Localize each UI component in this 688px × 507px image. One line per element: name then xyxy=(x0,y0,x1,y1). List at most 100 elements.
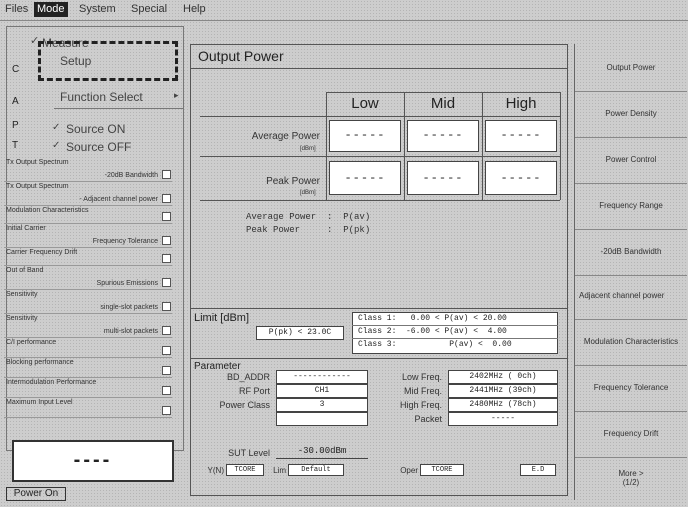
test-sublabel: -20dB Bandwidth xyxy=(104,172,158,179)
btn-more-page: (1/2) xyxy=(622,478,640,487)
function-button-panel: Output Power Power Density Power Control… xyxy=(574,44,688,500)
menu-item-source-off[interactable]: Source OFF xyxy=(66,140,131,154)
test-checkbox[interactable] xyxy=(162,346,171,355)
test-checkbox[interactable] xyxy=(162,236,171,245)
test-item-spurious-emissions[interactable]: Out of Band Spurious Emissions xyxy=(4,265,172,290)
value-cell: ----- xyxy=(329,161,401,195)
bottom-value-extra[interactable]: E.D xyxy=(520,464,556,476)
param-label-low-freq: Low Freq. xyxy=(401,372,442,382)
test-label: Maximum Input Level xyxy=(6,399,73,406)
param-label-rf-port: RF Port xyxy=(238,386,270,396)
table-line xyxy=(200,200,560,201)
test-checkbox[interactable] xyxy=(162,170,171,179)
result-value: ---- xyxy=(73,449,113,471)
test-checkbox[interactable] xyxy=(162,326,171,335)
btn-output-power[interactable]: Output Power xyxy=(575,44,687,92)
test-checkbox[interactable] xyxy=(162,406,171,415)
param-value-packet[interactable]: ----- xyxy=(448,412,558,426)
value-cell: ----- xyxy=(407,161,479,195)
btn-power-density[interactable]: Power Density xyxy=(575,90,687,138)
side-label-t: T xyxy=(12,140,19,151)
test-item-frequency-tolerance[interactable]: Initial Carrier Frequency Tolerance xyxy=(4,223,172,248)
test-checkbox[interactable] xyxy=(162,366,171,375)
test-checkbox[interactable] xyxy=(162,254,171,263)
test-item-adjacent-channel-power[interactable]: Tx Output Spectrum - Adjacent channel po… xyxy=(4,181,172,206)
param-value-low-freq[interactable]: 2402MHz ( 0ch) xyxy=(448,370,558,384)
table-line xyxy=(404,92,405,200)
table-line xyxy=(326,92,560,93)
btn-power-control[interactable]: Power Control xyxy=(575,136,687,184)
param-value-bd-addr[interactable]: ------------ xyxy=(276,370,368,384)
limit-class-line xyxy=(352,325,558,326)
btn-frequency-drift[interactable]: Frequency Drift xyxy=(575,410,687,458)
menu-special[interactable]: Special xyxy=(128,2,170,17)
value-cell: ----- xyxy=(485,161,557,195)
btn-frequency-tolerance[interactable]: Frequency Tolerance xyxy=(575,364,687,412)
section-divider xyxy=(190,358,568,359)
test-label: Modulation Characteristics xyxy=(6,207,89,214)
menu-item-function-select[interactable]: Function Select xyxy=(60,90,143,104)
row-unit: [dBm] xyxy=(300,190,316,196)
bottom-label-lim: Lim xyxy=(273,466,286,475)
col-high: High xyxy=(505,95,537,112)
test-item-intermodulation[interactable]: Intermodulation Performance xyxy=(4,377,172,398)
value-cell: ----- xyxy=(329,120,401,152)
param-value-sut-level[interactable]: -30.00dBm xyxy=(276,445,368,459)
test-item-blocking[interactable]: Blocking performance xyxy=(4,357,172,378)
test-item-sensitivity-multi[interactable]: Sensitivity multi-slot packets xyxy=(4,313,172,338)
row-label-average-power: Average Power xyxy=(251,131,320,142)
bottom-label-yn: Y(N) xyxy=(207,466,224,475)
test-item-ci-performance[interactable]: C/I performance xyxy=(4,337,172,358)
param-value-rf-port[interactable]: CH1 xyxy=(276,384,368,398)
btn-frequency-range[interactable]: Frequency Range xyxy=(575,182,687,230)
test-item-sensitivity-single[interactable]: Sensitivity single-slot packets xyxy=(4,289,172,314)
btn-more[interactable]: More > (1/2) xyxy=(575,456,687,500)
test-item-20db-bandwidth[interactable]: Tx Output Spectrum -20dB Bandwidth xyxy=(4,157,172,182)
test-sublabel: multi-slot packets xyxy=(103,328,158,335)
check-icon: ✓ xyxy=(52,122,61,133)
check-icon: ✓ xyxy=(52,140,61,151)
test-checkbox[interactable] xyxy=(162,302,171,311)
menu-files[interactable]: Files xyxy=(2,2,31,17)
test-item-frequency-drift[interactable]: Carrier Frequency Drift xyxy=(4,247,172,266)
row-label-peak-power: Peak Power xyxy=(266,176,320,187)
test-label: Out of Band xyxy=(6,267,44,274)
row-unit: [dBm] xyxy=(300,146,316,152)
bottom-value-lim[interactable]: Default xyxy=(288,464,344,476)
menu-mode[interactable]: Mode xyxy=(34,2,68,17)
test-checkbox[interactable] xyxy=(162,194,171,203)
test-checkbox[interactable] xyxy=(162,212,171,221)
btn-modulation-characteristics[interactable]: Modulation Characteristics xyxy=(575,318,687,366)
test-item-modulation[interactable]: Modulation Characteristics xyxy=(4,205,172,224)
menu-item-source-on[interactable]: Source ON xyxy=(66,122,125,136)
page-title: Output Power xyxy=(198,48,284,64)
limit-title: Limit [dBm] xyxy=(194,312,250,324)
test-checkbox[interactable] xyxy=(162,278,171,287)
power-on-status[interactable]: Power On xyxy=(6,487,66,501)
test-sublabel: single-slot packets xyxy=(100,304,158,311)
param-value-mid-freq[interactable]: 2441MHz (39ch) xyxy=(448,384,558,398)
limit-peak-rule: P(pk) < 23.0C xyxy=(256,326,344,340)
param-value-blank[interactable] xyxy=(276,412,368,426)
btn-more-label: More > xyxy=(618,469,644,478)
test-label: Initial Carrier xyxy=(6,225,46,232)
param-value-high-freq[interactable]: 2480MHz (78ch) xyxy=(448,398,558,412)
menu-system[interactable]: System xyxy=(76,2,119,17)
btn-20db-bandwidth[interactable]: -20dB Bandwidth xyxy=(575,228,687,276)
bottom-value-oper[interactable]: TCORE xyxy=(420,464,464,476)
param-label-power-class: Power Class xyxy=(219,400,270,410)
menu-help[interactable]: Help xyxy=(180,2,209,17)
submenu-arrow-icon: ▸ xyxy=(174,90,179,100)
param-label-sut-level: SUT Level xyxy=(228,448,270,458)
value-cell: ----- xyxy=(485,120,557,152)
parameter-title: Parameter xyxy=(194,361,241,372)
test-checkbox[interactable] xyxy=(162,386,171,395)
section-divider xyxy=(190,308,568,309)
formula-peak: Peak Power : P(pk) xyxy=(246,225,371,235)
param-value-power-class[interactable]: 3 xyxy=(276,398,368,412)
bottom-value-yn[interactable]: TCORE xyxy=(226,464,264,476)
table-line xyxy=(326,92,327,200)
param-label-packet: Packet xyxy=(414,414,442,424)
btn-adjacent-channel-power[interactable]: Adjacent channel power xyxy=(575,272,687,320)
test-item-max-input-level[interactable]: Maximum Input Level xyxy=(4,397,172,418)
